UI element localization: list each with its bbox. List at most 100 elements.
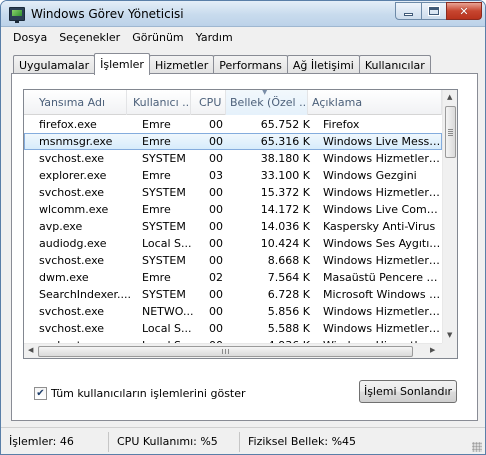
show-all-users-checkbox[interactable]: ✔ [34, 387, 47, 400]
process-list-header: Yansıma Adı Kullanıcı ... CPU ▼ Bellek (… [24, 90, 442, 115]
cell-mem: 10.424 K [260, 237, 310, 250]
cell-user: SYSTEM [142, 220, 186, 233]
cell-desc: Microsoft Windows Sea... [323, 288, 442, 301]
scroll-down-icon[interactable]: ▼ [447, 332, 452, 339]
table-row[interactable]: wlcomm.exe Emre 00 14.172 K Windows Live Com… [24, 201, 442, 218]
title-bar[interactable]: Windows Görev Yöneticisi ✕ [1, 1, 485, 27]
table-row[interactable]: firefox.exe Emre 00 65.752 K Firefox [24, 116, 442, 133]
cell-user: SYSTEM [142, 254, 186, 267]
maximize-button[interactable] [421, 2, 447, 20]
tab-applications[interactable]: Uygulamalar [13, 55, 96, 74]
resize-grip-icon[interactable] [472, 442, 482, 452]
table-row[interactable]: svchost.exe Local S... 00 5.588 K Windows Hi… [24, 320, 442, 337]
horizontal-scroll-thumb[interactable] [38, 346, 413, 357]
cell-cpu: 00 [209, 203, 223, 216]
tab-services[interactable]: Hizmetler [148, 55, 215, 74]
sort-descending-icon: ▼ [262, 90, 268, 96]
cell-cpu: 00 [209, 135, 223, 148]
table-row[interactable]: svchost.exe SYSTEM 00 8.668 K Windows Hizmet… [24, 252, 442, 269]
tab-performance[interactable]: Performans [213, 55, 288, 74]
status-process-count: İşlemler: 46 [1, 431, 109, 452]
cell-cpu: 03 [209, 169, 223, 182]
cell-cpu: 00 [209, 186, 223, 199]
cell-desc: Kaspersky Anti-Virus [323, 220, 436, 233]
tab-strip: Uygulamalar İşlemler Hizmetler Performan… [13, 53, 431, 75]
scroll-left-icon[interactable]: ◀ [28, 347, 33, 354]
cell-user: SYSTEM [142, 186, 186, 199]
cell-desc: Windows Hizmetleri için... [323, 254, 442, 267]
minimize-button[interactable] [395, 2, 422, 20]
tab-processes[interactable]: İşlemler [94, 53, 150, 75]
menu-options[interactable]: Seçenekler [53, 31, 126, 44]
process-list[interactable]: Yansıma Adı Kullanıcı ... CPU ▼ Bellek (… [23, 89, 458, 359]
menu-file[interactable]: Dosya [7, 31, 53, 44]
cell-name: dwm.exe [39, 271, 89, 284]
table-row[interactable]: msnmsgr.exe Emre 00 65.316 K Windows Live Me… [24, 133, 442, 150]
status-bar: İşlemler: 46 CPU Kullanımı: %5 Fiziksel … [1, 427, 485, 454]
column-cpu[interactable]: CPU [191, 90, 226, 115]
table-row[interactable]: explorer.exe Emre 03 33.100 K Windows Gezgin… [24, 167, 442, 184]
cell-mem: 14.036 K [260, 220, 310, 233]
cell-cpu: 02 [209, 271, 223, 284]
cell-name: svchost.exe [39, 186, 105, 199]
table-row[interactable]: avp.exe SYSTEM 00 14.036 K Kaspersky Anti-Vi… [24, 218, 442, 235]
cell-user: SYSTEM [142, 152, 186, 165]
cell-user: Emre [142, 169, 171, 182]
checkmark-icon: ✔ [36, 387, 45, 399]
column-description[interactable]: Açıklama [308, 90, 442, 115]
table-row[interactable]: svchost.exe SYSTEM 00 15.372 K Windows Hizme… [24, 184, 442, 201]
cell-mem: 7.564 K [267, 271, 310, 284]
cell-cpu: 00 [209, 152, 223, 165]
cell-user: Emre [142, 271, 171, 284]
table-row[interactable]: SearchIndexer.... SYSTEM 00 6.728 K Microsof… [24, 286, 442, 303]
table-row[interactable]: dwm.exe Emre 02 7.564 K Masaüstü Pencere Yön… [24, 269, 442, 286]
column-memory[interactable]: ▼ Bellek (Özel ... [226, 90, 308, 115]
scroll-right-icon[interactable]: ▶ [430, 347, 435, 354]
cell-cpu: 00 [209, 220, 223, 233]
show-all-users-option[interactable]: ✔ Tüm kullanıcıların işlemlerini göster [34, 387, 246, 400]
minimize-icon [404, 12, 413, 16]
end-process-button[interactable]: İşlemi Sonlandır [359, 380, 457, 403]
task-manager-app-icon [9, 7, 25, 23]
close-button[interactable]: ✕ [446, 2, 482, 20]
cell-mem: 33.100 K [260, 169, 310, 182]
process-rows: firefox.exe Emre 00 65.752 K Firefox msnmsgr.… [24, 116, 442, 354]
menu-help[interactable]: Yardım [190, 31, 239, 44]
column-image-name[interactable]: Yansıma Adı [24, 90, 127, 115]
cell-user: Emre [142, 203, 171, 216]
cell-desc: Masaüstü Pencere Yön... [323, 271, 442, 284]
table-row[interactable]: audiodg.exe Local S... 00 10.424 K Windows S… [24, 235, 442, 252]
cell-cpu: 00 [209, 305, 223, 318]
cell-desc: Windows Hizmetleri için... [323, 186, 442, 199]
cell-name: firefox.exe [39, 118, 97, 131]
vertical-scroll-thumb[interactable] [445, 106, 456, 158]
menu-view[interactable]: Görünüm [126, 31, 189, 44]
tab-networking[interactable]: Ağ İletişimi [286, 55, 360, 74]
maximize-icon [428, 6, 440, 16]
cell-user: Emre [142, 118, 171, 131]
tab-users[interactable]: Kullanıcılar [358, 55, 431, 74]
cell-cpu: 00 [209, 237, 223, 250]
cell-desc: Windows Hizmetleri için... [323, 305, 442, 318]
cell-user: Local S... [142, 237, 192, 250]
cell-desc: Windows Gezgini [323, 169, 417, 182]
cell-name: avp.exe [39, 220, 83, 233]
vertical-grip-icon [448, 129, 453, 136]
cell-mem: 6.728 K [267, 288, 310, 301]
cell-name: msnmsgr.exe [39, 135, 113, 148]
scroll-up-icon[interactable]: ▲ [447, 94, 452, 101]
column-user-name[interactable]: Kullanıcı ... [127, 90, 191, 115]
table-row[interactable]: svchost.exe SYSTEM 00 38.180 K Windows Hizme… [24, 150, 442, 167]
scrollbar-corner [442, 343, 457, 358]
task-manager-window: Windows Görev Yöneticisi ✕ Dosya Seçenek… [0, 0, 486, 455]
cell-cpu: 00 [209, 118, 223, 131]
cell-desc: Windows Hizmetleri için... [323, 152, 442, 165]
cell-mem: 38.180 K [260, 152, 310, 165]
status-cpu-usage: CPU Kullanımı: %5 [109, 431, 240, 452]
horizontal-scrollbar[interactable]: ◀ ▶ [24, 343, 442, 358]
show-all-users-label: Tüm kullanıcıların işlemlerini göster [51, 387, 246, 400]
table-row[interactable]: svchost.exe NETWO... 00 5.856 K Windows Hizm… [24, 303, 442, 320]
vertical-scrollbar[interactable]: ▲ ▼ [442, 90, 457, 343]
window-title: Windows Görev Yöneticisi [31, 7, 184, 21]
horizontal-grip-icon [222, 349, 229, 354]
